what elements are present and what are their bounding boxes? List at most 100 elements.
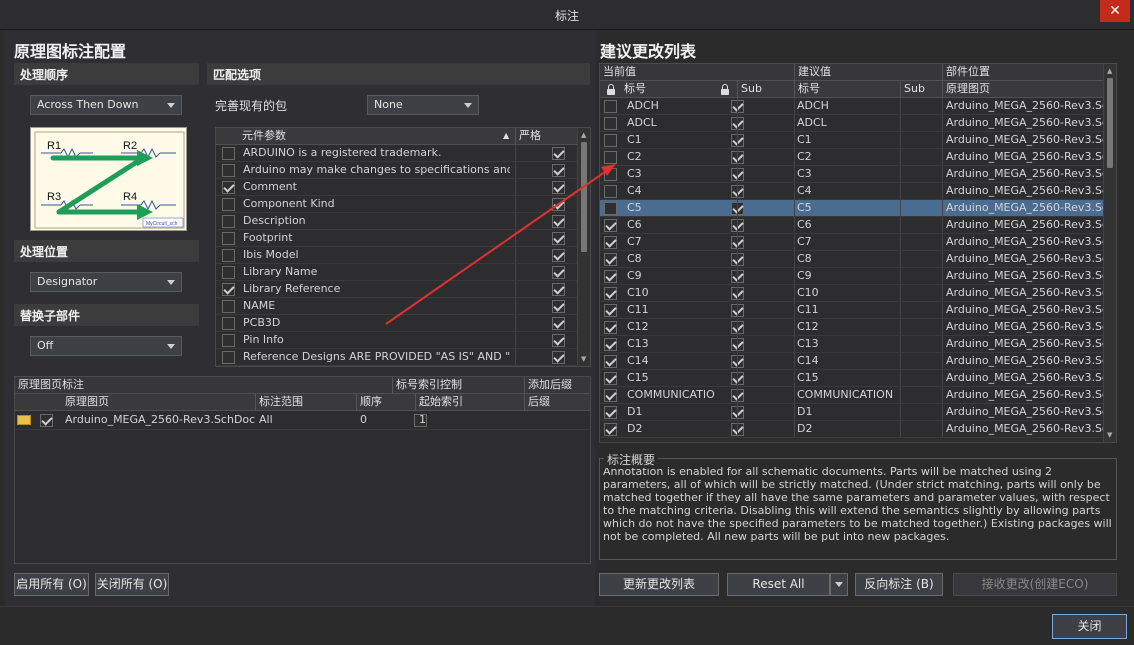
lock-checkbox[interactable] (604, 372, 617, 385)
param-checkbox[interactable] (222, 215, 235, 228)
strict-checkbox[interactable] (552, 334, 565, 347)
change-row[interactable]: D1 D1 Arduino_MEGA_2560-Rev3.Sch (600, 404, 1116, 421)
enable-all-button[interactable]: 启用所有 (O) (14, 573, 89, 596)
lock-checkbox[interactable] (604, 134, 617, 147)
param-checkbox[interactable] (222, 334, 235, 347)
param-checkbox[interactable] (222, 351, 235, 364)
change-row[interactable]: C3 C3 Arduino_MEGA_2560-Rev3.Sch (600, 166, 1116, 183)
param-checkbox[interactable] (222, 147, 235, 160)
sheet-start[interactable]: 1 (416, 412, 426, 429)
param-checkbox[interactable] (222, 181, 235, 194)
lock-checkbox[interactable] (604, 270, 617, 283)
change-row[interactable]: C2 C2 Arduino_MEGA_2560-Rev3.Sch (600, 149, 1116, 166)
param-checkbox[interactable] (222, 198, 235, 211)
lock-checkbox[interactable] (604, 253, 617, 266)
strict-checkbox[interactable] (552, 215, 565, 228)
strict-checkbox[interactable] (552, 181, 565, 194)
lock-checkbox[interactable] (604, 389, 617, 402)
lock-checkbox[interactable] (604, 304, 617, 317)
param-row[interactable]: ARDUINO is a registered trademark. (216, 145, 590, 162)
lock-checkbox[interactable] (604, 355, 617, 368)
reset-all-button[interactable]: Reset All (727, 573, 830, 596)
accept-changes-button[interactable]: 接收更改(创建ECO) (953, 573, 1117, 596)
param-checkbox[interactable] (222, 317, 235, 330)
change-row[interactable]: C5 C5 Arduino_MEGA_2560-Rev3.Sch (600, 200, 1116, 217)
sheet-row[interactable]: Arduino_MEGA_2560-Rev3.SchDoc All 0 1 (15, 411, 590, 430)
param-row[interactable]: Library Name (216, 264, 590, 281)
change-row[interactable]: C7 C7 Arduino_MEGA_2560-Rev3.Sch (600, 234, 1116, 251)
sheet-suffix[interactable] (525, 412, 528, 429)
sheet-checkbox[interactable] (40, 414, 53, 427)
param-row[interactable]: Library Reference (216, 281, 590, 298)
change-row[interactable]: ADCL ADCL Arduino_MEGA_2560-Rev3.Sch (600, 115, 1116, 132)
param-row[interactable]: Reference Designs ARE PROVIDED "AS IS" A… (216, 349, 590, 366)
lock-checkbox[interactable] (604, 151, 617, 164)
param-checkbox[interactable] (222, 232, 235, 245)
strict-checkbox[interactable] (552, 300, 565, 313)
strict-checkbox[interactable] (552, 266, 565, 279)
change-row[interactable]: C10 C10 Arduino_MEGA_2560-Rev3.Sch (600, 285, 1116, 302)
lock-checkbox[interactable] (604, 100, 617, 113)
sort-up-icon[interactable]: ▲ (503, 128, 509, 144)
lock-checkbox[interactable] (604, 287, 617, 300)
param-row[interactable]: Component Kind (216, 196, 590, 213)
change-row[interactable]: C14 C14 Arduino_MEGA_2560-Rev3.Sch (600, 353, 1116, 370)
strict-checkbox[interactable] (552, 317, 565, 330)
sheet-scope[interactable]: All (256, 412, 273, 429)
lock-checkbox[interactable] (604, 423, 617, 436)
lock-checkbox[interactable] (604, 321, 617, 334)
strict-checkbox[interactable] (552, 283, 565, 296)
scroll-down-icon[interactable]: ▼ (1107, 431, 1112, 439)
order-combo[interactable]: Across Then Down (30, 95, 182, 115)
param-row[interactable]: Pin Info (216, 332, 590, 349)
param-checkbox[interactable] (222, 266, 235, 279)
lock-checkbox[interactable] (604, 406, 617, 419)
change-row[interactable]: C11 C11 Arduino_MEGA_2560-Rev3.Sch (600, 302, 1116, 319)
strict-checkbox[interactable] (552, 198, 565, 211)
param-row[interactable]: Description (216, 213, 590, 230)
change-row[interactable]: D2 D2 Arduino_MEGA_2560-Rev3.Sch (600, 421, 1116, 438)
strict-checkbox[interactable] (552, 249, 565, 262)
param-row[interactable]: NAME (216, 298, 590, 315)
update-changes-button[interactable]: 更新更改列表 (599, 573, 719, 596)
changes-scrollbar[interactable]: ▲ ▼ (1103, 64, 1116, 442)
changes-scroll-thumb[interactable] (1107, 78, 1113, 168)
lock-checkbox[interactable] (604, 202, 617, 215)
param-row[interactable]: PCB3D (216, 315, 590, 332)
lock-checkbox[interactable] (604, 236, 617, 249)
strict-checkbox[interactable] (552, 232, 565, 245)
param-checkbox[interactable] (222, 249, 235, 262)
change-row[interactable]: C15 C15 Arduino_MEGA_2560-Rev3.Sch (600, 370, 1116, 387)
param-checkbox[interactable] (222, 283, 235, 296)
lock-checkbox[interactable] (604, 168, 617, 181)
change-row[interactable]: ADCH ADCH Arduino_MEGA_2560-Rev3.Sch (600, 98, 1116, 115)
strict-checkbox[interactable] (552, 147, 565, 160)
param-row[interactable]: Comment (216, 179, 590, 196)
lock-checkbox[interactable] (604, 117, 617, 130)
param-checkbox[interactable] (222, 164, 235, 177)
scroll-up-icon[interactable]: ▲ (581, 131, 586, 139)
strict-checkbox[interactable] (552, 351, 565, 364)
params-scrollbar[interactable]: ▲ ▼ (577, 128, 590, 366)
change-row[interactable]: C1 C1 Arduino_MEGA_2560-Rev3.Sch (600, 132, 1116, 149)
change-row[interactable]: C4 C4 Arduino_MEGA_2560-Rev3.Sch (600, 183, 1116, 200)
lock-checkbox[interactable] (604, 185, 617, 198)
sheet-order[interactable]: 0 (357, 412, 367, 429)
change-row[interactable]: C13 C13 Arduino_MEGA_2560-Rev3.Sch (600, 336, 1116, 353)
back-annotate-button[interactable]: 反向标注 (B) (855, 573, 943, 596)
param-row[interactable]: Ibis Model (216, 247, 590, 264)
param-checkbox[interactable] (222, 300, 235, 313)
change-row[interactable]: C12 C12 Arduino_MEGA_2560-Rev3.Sch (600, 319, 1116, 336)
strict-checkbox[interactable] (552, 164, 565, 177)
change-row[interactable]: C8 C8 Arduino_MEGA_2560-Rev3.Sch (600, 251, 1116, 268)
replace-combo[interactable]: Off (30, 336, 182, 356)
lock-checkbox[interactable] (604, 338, 617, 351)
scroll-up-icon[interactable]: ▲ (1107, 67, 1112, 75)
param-row[interactable]: Footprint (216, 230, 590, 247)
close-button[interactable]: 关闭 (1052, 614, 1127, 639)
param-row[interactable]: Arduino may make changes to specificatio… (216, 162, 590, 179)
reset-dropdown-button[interactable] (830, 573, 848, 596)
window-close-button[interactable]: ✕ (1100, 0, 1130, 22)
change-row[interactable]: C6 C6 Arduino_MEGA_2560-Rev3.Sch (600, 217, 1116, 234)
location-combo[interactable]: Designator (30, 272, 182, 292)
